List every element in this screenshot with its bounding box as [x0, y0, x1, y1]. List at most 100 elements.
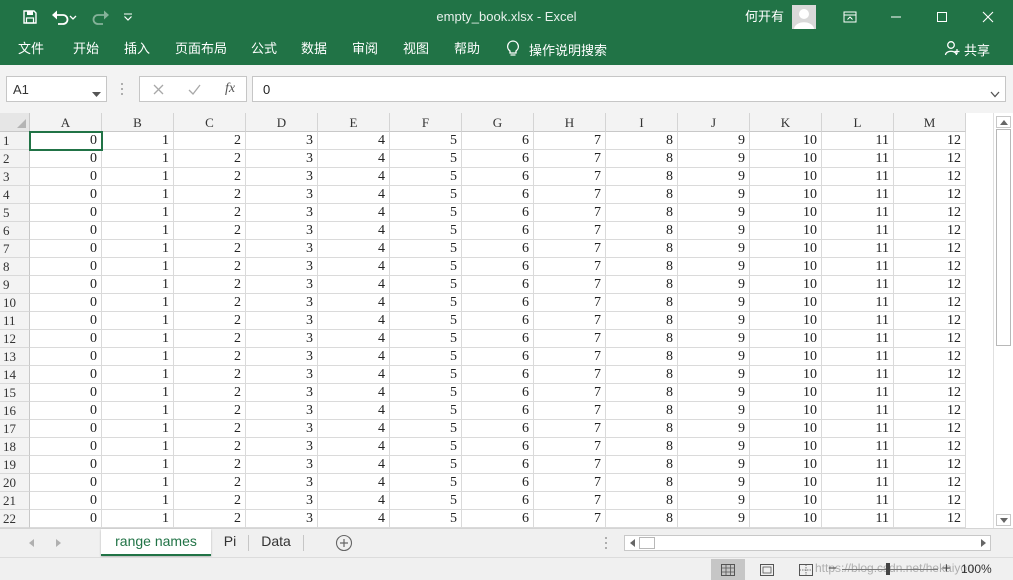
cell-c1[interactable]: 2: [174, 132, 246, 150]
cell-j1[interactable]: 9: [678, 132, 750, 150]
normal-view-icon[interactable]: [711, 559, 745, 580]
cell-l3[interactable]: 11: [822, 168, 894, 186]
cell-a21[interactable]: 0: [30, 492, 102, 510]
cell-b3[interactable]: 1: [102, 168, 174, 186]
cell-l16[interactable]: 11: [822, 402, 894, 420]
cell-m2[interactable]: 12: [894, 150, 966, 168]
cell-k13[interactable]: 10: [750, 348, 822, 366]
cell-j18[interactable]: 9: [678, 438, 750, 456]
cell-f2[interactable]: 5: [390, 150, 462, 168]
cell-g12[interactable]: 6: [462, 330, 534, 348]
cell-k1[interactable]: 10: [750, 132, 822, 150]
cell-b8[interactable]: 1: [102, 258, 174, 276]
sheet-tab-data[interactable]: Data: [250, 529, 302, 556]
cell-g22[interactable]: 6: [462, 510, 534, 528]
cell-d13[interactable]: 3: [246, 348, 318, 366]
cell-m12[interactable]: 12: [894, 330, 966, 348]
row-header-17[interactable]: 17: [0, 420, 30, 438]
cell-c13[interactable]: 2: [174, 348, 246, 366]
cell-e14[interactable]: 4: [318, 366, 390, 384]
share-button[interactable]: 共享: [944, 34, 990, 65]
cell-k15[interactable]: 10: [750, 384, 822, 402]
zoom-slider[interactable]: [842, 569, 938, 570]
cell-j22[interactable]: 9: [678, 510, 750, 528]
cell-h16[interactable]: 7: [534, 402, 606, 420]
cell-e9[interactable]: 4: [318, 276, 390, 294]
cell-k9[interactable]: 10: [750, 276, 822, 294]
cell-m13[interactable]: 12: [894, 348, 966, 366]
column-header-m[interactable]: M: [894, 113, 966, 132]
cell-a16[interactable]: 0: [30, 402, 102, 420]
cell-m15[interactable]: 12: [894, 384, 966, 402]
cell-h10[interactable]: 7: [534, 294, 606, 312]
avatar[interactable]: [792, 5, 816, 29]
tab-insert[interactable]: 插入: [124, 34, 150, 65]
zoom-in-button[interactable]: +: [942, 559, 951, 579]
cell-m4[interactable]: 12: [894, 186, 966, 204]
cell-m19[interactable]: 12: [894, 456, 966, 474]
cell-c15[interactable]: 2: [174, 384, 246, 402]
row-header-5[interactable]: 5: [0, 204, 30, 222]
vertical-scroll-thumb[interactable]: [996, 129, 1011, 346]
cell-k17[interactable]: 10: [750, 420, 822, 438]
cell-g17[interactable]: 6: [462, 420, 534, 438]
cell-g15[interactable]: 6: [462, 384, 534, 402]
enter-check-icon[interactable]: [176, 77, 212, 101]
cell-b15[interactable]: 1: [102, 384, 174, 402]
cell-m20[interactable]: 12: [894, 474, 966, 492]
cell-i6[interactable]: 8: [606, 222, 678, 240]
tab-page-layout[interactable]: 页面布局: [175, 34, 227, 65]
cell-f14[interactable]: 5: [390, 366, 462, 384]
cell-a1[interactable]: 0: [30, 132, 102, 150]
cell-f12[interactable]: 5: [390, 330, 462, 348]
cell-b20[interactable]: 1: [102, 474, 174, 492]
cell-e22[interactable]: 4: [318, 510, 390, 528]
cell-k3[interactable]: 10: [750, 168, 822, 186]
cell-d8[interactable]: 3: [246, 258, 318, 276]
cell-i2[interactable]: 8: [606, 150, 678, 168]
cell-a20[interactable]: 0: [30, 474, 102, 492]
cell-a10[interactable]: 0: [30, 294, 102, 312]
cell-k6[interactable]: 10: [750, 222, 822, 240]
cell-j15[interactable]: 9: [678, 384, 750, 402]
cell-c4[interactable]: 2: [174, 186, 246, 204]
cell-b7[interactable]: 1: [102, 240, 174, 258]
cell-j2[interactable]: 9: [678, 150, 750, 168]
cell-c9[interactable]: 2: [174, 276, 246, 294]
cell-d12[interactable]: 3: [246, 330, 318, 348]
column-header-f[interactable]: F: [390, 113, 462, 132]
row-header-7[interactable]: 7: [0, 240, 30, 258]
customize-qat-icon[interactable]: [120, 0, 136, 34]
cell-g20[interactable]: 6: [462, 474, 534, 492]
cell-c5[interactable]: 2: [174, 204, 246, 222]
cell-l22[interactable]: 11: [822, 510, 894, 528]
cell-k10[interactable]: 10: [750, 294, 822, 312]
vertical-scrollbar[interactable]: [993, 113, 1013, 528]
cell-c18[interactable]: 2: [174, 438, 246, 456]
cell-j3[interactable]: 9: [678, 168, 750, 186]
cell-i12[interactable]: 8: [606, 330, 678, 348]
column-header-c[interactable]: C: [174, 113, 246, 132]
chevron-down-icon[interactable]: [92, 86, 101, 101]
cell-l1[interactable]: 11: [822, 132, 894, 150]
cell-f21[interactable]: 5: [390, 492, 462, 510]
scroll-down-icon[interactable]: [996, 514, 1011, 526]
cell-e21[interactable]: 4: [318, 492, 390, 510]
cell-d18[interactable]: 3: [246, 438, 318, 456]
cell-k20[interactable]: 10: [750, 474, 822, 492]
tab-help[interactable]: 帮助: [454, 34, 480, 65]
cell-a14[interactable]: 0: [30, 366, 102, 384]
cell-h8[interactable]: 7: [534, 258, 606, 276]
cell-m17[interactable]: 12: [894, 420, 966, 438]
cell-k18[interactable]: 10: [750, 438, 822, 456]
split-handle-icon[interactable]: [604, 536, 608, 552]
scroll-up-icon[interactable]: [996, 116, 1011, 128]
cell-b21[interactable]: 1: [102, 492, 174, 510]
cell-j10[interactable]: 9: [678, 294, 750, 312]
cell-h2[interactable]: 7: [534, 150, 606, 168]
cell-b4[interactable]: 1: [102, 186, 174, 204]
cell-d6[interactable]: 3: [246, 222, 318, 240]
cell-j21[interactable]: 9: [678, 492, 750, 510]
cell-d20[interactable]: 3: [246, 474, 318, 492]
cell-c22[interactable]: 2: [174, 510, 246, 528]
